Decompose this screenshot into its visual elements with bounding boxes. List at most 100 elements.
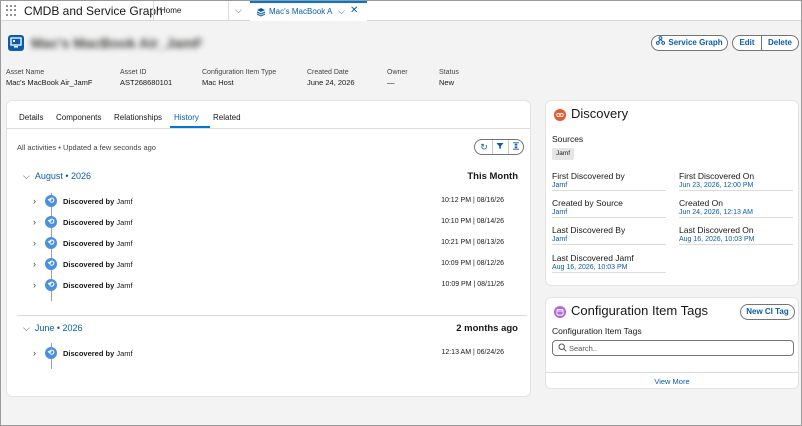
field-label: Status <box>439 69 459 76</box>
chevron-right-icon[interactable]: › <box>33 280 36 290</box>
history-group-header[interactable]: ⌵ August • 2026 <box>23 171 91 182</box>
chevron-right-icon[interactable]: › <box>33 238 36 248</box>
discovery-event-icon: ⟲ <box>45 258 57 270</box>
divider <box>546 372 798 373</box>
chevron-right-icon[interactable]: › <box>33 259 36 269</box>
record-tab[interactable]: Mac's MacBook A... ⌵ ✕ <box>250 1 367 21</box>
discovery-field: First Discovered On Jun 23, 2026, 12:00 … <box>679 171 793 191</box>
sources-label: Sources <box>552 134 584 144</box>
discovery-icon <box>554 109 566 121</box>
group-divider <box>17 315 527 316</box>
history-actions: ↻ <box>474 139 524 155</box>
discovery-field: Created On Jun 24, 2026, 12:13 AM <box>679 198 793 218</box>
field-value: — <box>387 78 395 87</box>
expand-all-icon[interactable] <box>508 142 524 154</box>
chevron-down-icon[interactable]: ⌵ <box>235 5 242 16</box>
nav-item-home[interactable]: Home <box>160 6 181 15</box>
history-event: › ⟲ Discovered by Jamf 10:21 PM | 08/13/… <box>7 237 530 251</box>
history-event: › ⟲ Discovered by Jamf 10:10 PM | 08/14/… <box>7 216 530 230</box>
discovery-field: First Discovered by Jamf <box>552 171 666 191</box>
group-relative-date: 2 months ago <box>456 323 518 334</box>
chevron-down-icon[interactable]: ⌵ <box>338 6 345 17</box>
tab-details[interactable]: Details <box>19 113 43 122</box>
event-text: Discovered by Jamf <box>63 197 133 206</box>
tab-components[interactable]: Components <box>56 113 101 122</box>
history-event: › ⟲ Discovered by Jamf 12:13 AM | 06/24/… <box>7 347 530 361</box>
chevron-down-icon: ⌵ <box>23 171 30 181</box>
history-event: › ⟲ Discovered by Jamf 10:09 PM | 08/11/… <box>7 279 530 293</box>
field-value[interactable]: Jamf <box>552 236 666 243</box>
layers-icon <box>256 7 266 19</box>
new-ci-tag-button[interactable]: New CI Tag <box>740 304 795 320</box>
group-title: June • 2026 <box>34 323 83 333</box>
activity-note: All activities • Updated a few seconds a… <box>17 143 156 152</box>
card-title: Discovery <box>571 106 629 121</box>
delete-button[interactable]: Delete <box>761 35 799 51</box>
discovery-event-icon: ⟲ <box>45 216 57 228</box>
field-label: Last Discovered On <box>679 225 754 235</box>
field-label: Asset ID <box>120 69 147 76</box>
highlight-status: Status New <box>439 69 459 87</box>
nav-divider <box>153 1 154 21</box>
discovery-field: Last Discovered On Aug 16, 2026, 10:03 P… <box>679 225 793 245</box>
chevron-right-icon[interactable]: › <box>33 196 36 206</box>
field-value[interactable]: Jamf <box>552 182 666 189</box>
view-more-link[interactable]: View More <box>546 377 798 386</box>
field-label: Owner <box>387 69 408 76</box>
field-value: Mac's MacBook Air_JamF <box>6 78 93 87</box>
field-label: Last Discovered By <box>552 225 626 235</box>
tag-search-input[interactable] <box>569 342 789 354</box>
refresh-icon[interactable]: ↻ <box>476 142 492 154</box>
tab-history[interactable]: History <box>174 113 199 122</box>
history-card: Details Components Relationships History… <box>6 100 531 397</box>
field-label: Asset Name <box>6 69 45 76</box>
event-text: Discovered by Jamf <box>63 239 133 248</box>
event-time: 10:09 PM | 08/12/26 <box>441 260 504 267</box>
event-time: 10:12 PM | 08/16/26 <box>441 197 504 204</box>
history-group-header[interactable]: ⌵ June • 2026 <box>23 323 83 334</box>
tags-field-label: Configuration Item Tags <box>552 326 642 336</box>
active-tab-indicator <box>170 126 210 128</box>
edit-button[interactable]: Edit <box>732 35 762 51</box>
discovery-field: Created by Source Jamf <box>552 198 666 218</box>
field-value: Aug 16, 2026, 10:03 PM <box>679 236 755 243</box>
highlight-owner: Owner — <box>387 69 408 87</box>
record-tab-label: Mac's MacBook A... <box>269 7 333 16</box>
field-label: Created Date <box>307 69 349 76</box>
event-text: Discovered by Jamf <box>63 260 133 269</box>
field-label: Last Discovered Jamf <box>552 253 634 263</box>
event-text: Discovered by Jamf <box>63 218 133 227</box>
highlight-asset-id: Asset ID AST268680101 <box>120 69 172 87</box>
group-title: August • 2026 <box>34 171 92 181</box>
discovery-card: Discovery Sources Jamf First Discovered … <box>545 100 799 286</box>
tab-relationships[interactable]: Relationships <box>114 113 162 122</box>
field-label: First Discovered by <box>552 171 625 181</box>
discovery-event-icon: ⟲ <box>45 279 57 291</box>
event-time: 10:09 PM | 08/11/26 <box>441 281 504 288</box>
history-event: › ⟲ Discovered by Jamf 10:12 PM | 08/16/… <box>7 195 530 209</box>
chevron-down-icon: ⌵ <box>23 323 30 333</box>
discovery-field: Last Discovered Jamf Aug 16, 2026, 10:03… <box>552 253 666 273</box>
filter-icon[interactable] <box>492 142 508 154</box>
nav-divider <box>228 1 229 21</box>
discovery-event-icon: ⟲ <box>45 195 57 207</box>
field-value: Jun 23, 2026, 12:00 PM <box>679 182 754 189</box>
service-graph-button[interactable]: Service Graph <box>651 35 728 51</box>
event-time: 10:10 PM | 08/14/26 <box>441 218 504 225</box>
app-launcher-icon[interactable] <box>6 5 17 16</box>
event-text: Discovered by Jamf <box>63 349 133 358</box>
chevron-right-icon[interactable]: › <box>33 348 36 358</box>
field-value[interactable]: Jamf <box>552 209 666 216</box>
field-value: Jun 24, 2026, 12:13 AM <box>679 209 753 216</box>
chevron-right-icon[interactable]: › <box>33 217 36 227</box>
network-icon <box>656 36 666 50</box>
field-value: June 24, 2026 <box>307 78 355 87</box>
tab-related[interactable]: Related <box>213 113 241 122</box>
field-label: Configuration Item Type <box>202 69 277 76</box>
highlight-ci-type: Configuration Item Type Mac Host <box>202 69 276 87</box>
close-icon[interactable]: ✕ <box>350 5 358 16</box>
event-text: Discovered by Jamf <box>63 281 133 290</box>
discovery-event-icon: ⟲ <box>45 237 57 249</box>
record-tabs: Details Components Relationships History… <box>7 101 530 129</box>
history-event: › ⟲ Discovered by Jamf 10:09 PM | 08/12/… <box>7 258 530 272</box>
